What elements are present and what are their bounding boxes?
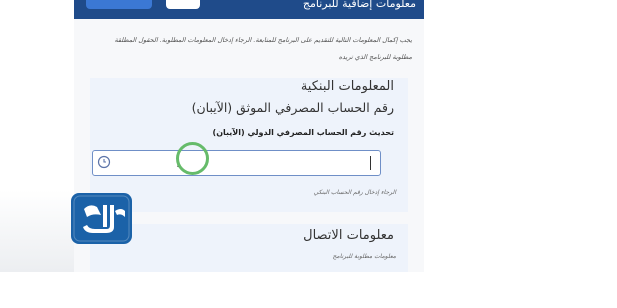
- iban-input[interactable]: I: [92, 142, 381, 176]
- contact-subtitle: معلومات مطلوبة للبرنامج: [332, 253, 396, 260]
- secondary-button[interactable]: [166, 0, 200, 9]
- intro-text: يجب إكمال المعلومات التالية للتقديم على …: [114, 36, 412, 61]
- iban-heading: رقم الحساب المصرفي الموثق (الآيبان): [191, 100, 394, 115]
- logo-mark: [73, 195, 130, 242]
- bottom-strip: [0, 272, 617, 308]
- clock-icon: [97, 155, 111, 169]
- header-bar: معلومات إضافية للبرنامج: [74, 0, 424, 19]
- contact-section-title: معلومات الاتصال: [303, 228, 394, 243]
- left-shadow: [0, 190, 74, 272]
- bank-section-title: المعلومات البنكية: [300, 79, 394, 94]
- click-highlight-ring: [176, 142, 209, 175]
- contact-info-section: معلومات الاتصال معلومات مطلوبة للبرنامج: [90, 224, 408, 272]
- site-logo: [71, 193, 132, 244]
- right-margin: [424, 0, 617, 308]
- primary-button[interactable]: [86, 0, 152, 9]
- text-caret: [370, 156, 371, 170]
- bank-info-section: المعلومات البنكية رقم الحساب المصرفي الم…: [90, 78, 408, 212]
- iban-hint: الرجاء إدخال رقم الحساب البنكي: [313, 189, 396, 196]
- header-title: معلومات إضافية للبرنامج: [302, 0, 416, 10]
- iban-field-label: تحديث رقم الحساب المصرفي الدولي (الآيبان…: [212, 128, 394, 137]
